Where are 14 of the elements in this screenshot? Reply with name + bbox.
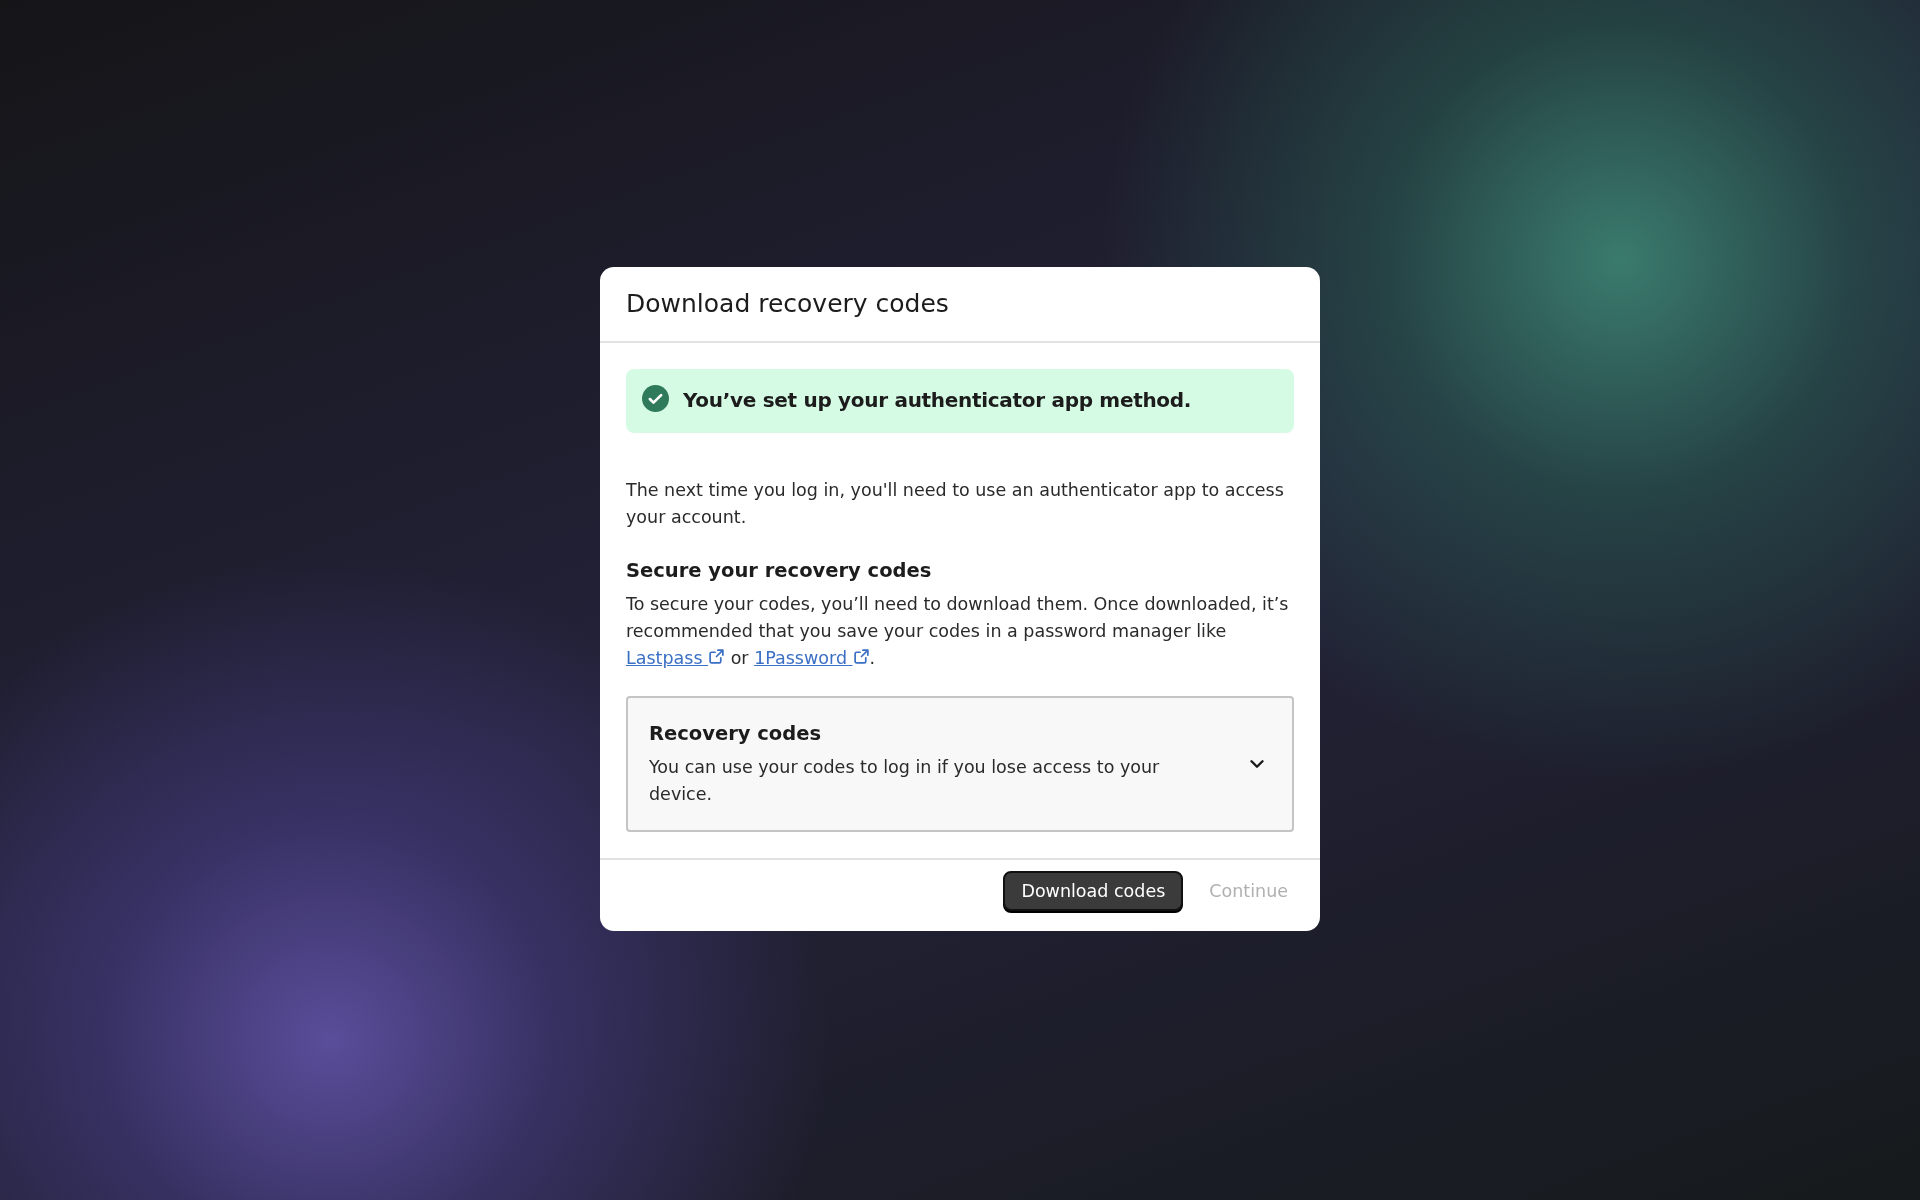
external-link-icon xyxy=(708,648,726,665)
check-circle-icon xyxy=(642,385,669,412)
link[interactable]: Lastpass xyxy=(626,648,726,668)
accordion-description: You can use your codes to log in if you lose access to your device. xyxy=(649,756,1161,806)
accordion-title: Recovery codes xyxy=(649,721,822,747)
accordion[interactable]: Recovery codes You can use your codes to log in if you lose access to your device. xyxy=(626,696,1294,832)
banner-text: You’ve set up your authenticator app method. xyxy=(683,387,1192,414)
section-text: To secure your codes, you’ll need to download them. Once downloaded, it’s recommended that you save your codes in a password manager like Lastpass or 1Password . xyxy=(626,593,1290,670)
external-link-icon xyxy=(852,648,870,665)
section-heading: Secure your recovery codes xyxy=(626,558,933,584)
link[interactable]: 1Password xyxy=(754,648,870,668)
dialog-title: Download recovery codes xyxy=(626,288,950,320)
intro-text: The next time you log in, you'll need to use an authenticator app to access your account. xyxy=(626,479,1285,529)
download-button[interactable]: Download codes xyxy=(1003,871,1184,911)
